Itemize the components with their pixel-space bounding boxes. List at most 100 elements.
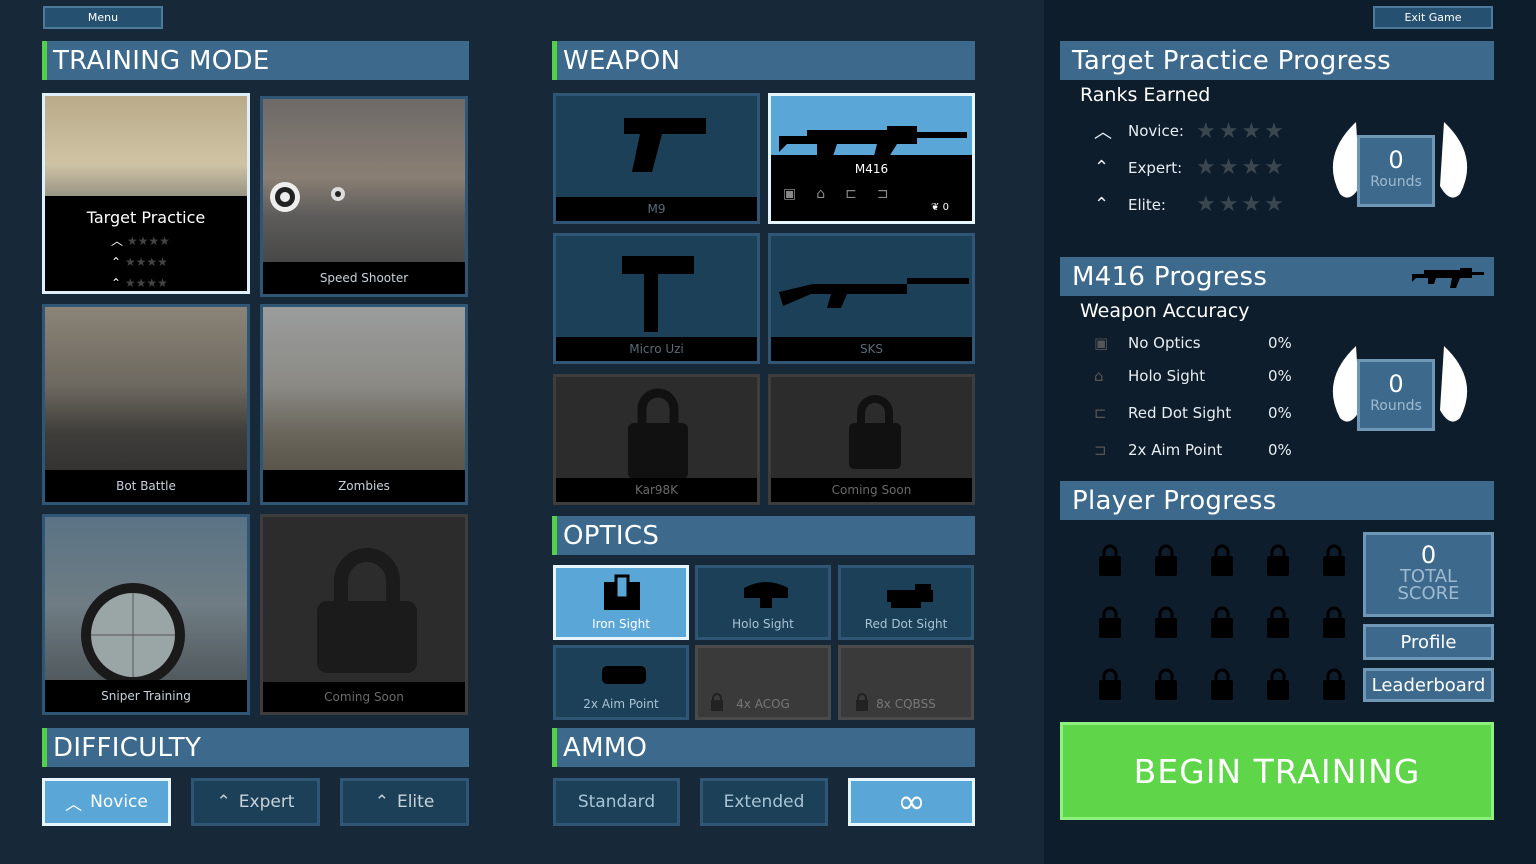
stars: ★★★★ — [124, 276, 168, 290]
target-icon — [270, 182, 345, 212]
leaderboard-button[interactable]: Leaderboard — [1363, 668, 1494, 702]
weapon-m9[interactable]: M9 — [553, 93, 760, 224]
weapon-m416[interactable]: M416 ▣⌂⊏⊐ ❦ 0 — [768, 93, 975, 224]
novice-rank-icon: ︿ — [1094, 122, 1112, 143]
pistol-icon — [624, 118, 706, 172]
optic-label: Holo Sight — [732, 617, 794, 631]
stars: ★★★★ — [126, 234, 170, 248]
elite-rank-icon: ⌃ — [1094, 194, 1110, 215]
difficulty-header: DIFFICULTY — [42, 728, 469, 767]
iron-sight-icon — [604, 574, 640, 610]
lock-icon — [1154, 604, 1178, 638]
mode-sniper-training[interactable]: Sniper Training — [42, 514, 250, 715]
lock-icon — [1098, 666, 1122, 700]
player-progress-header: Player Progress — [1060, 481, 1494, 520]
mode-label: Speed Shooter — [263, 262, 465, 294]
aim-point-icon: ⊐ — [1094, 441, 1107, 459]
weapon-rounds-badge: 0 Rounds — [1357, 359, 1435, 431]
profile-button[interactable]: Profile — [1363, 624, 1494, 660]
optic-4x-acog: 4x ACOG — [695, 645, 831, 720]
ranks-earned-label: Ranks Earned — [1080, 84, 1211, 106]
scope-icon — [81, 583, 185, 687]
rifle-icon — [779, 278, 969, 308]
attachment-icons: ▣⌂⊏⊐ — [783, 186, 909, 202]
weapon-label: Micro Uzi — [556, 337, 757, 361]
weapon-label: Kar98K — [556, 478, 757, 502]
lock-icon — [1154, 666, 1178, 700]
optic-red-dot-sight[interactable]: Red Dot Sight — [838, 565, 974, 640]
accuracy-label: 2x Aim Point — [1128, 441, 1223, 459]
weapon-sks[interactable]: SKS — [768, 233, 975, 364]
accuracy-label: No Optics — [1128, 334, 1201, 352]
menu-button[interactable]: Menu — [43, 6, 163, 29]
novice-stars: ★★★★ — [1196, 118, 1287, 144]
optics-header: OPTICS — [552, 516, 975, 555]
mode-label: Sniper Training — [45, 680, 247, 712]
mode-label: Target Practice — [86, 208, 206, 227]
infinity-icon: ∞ — [897, 782, 926, 822]
accuracy-value: 0% — [1268, 334, 1292, 352]
target-rounds-badge: 0 Rounds — [1357, 135, 1435, 207]
lock-icon — [1322, 666, 1346, 700]
smg-icon — [622, 256, 694, 332]
optic-holo-sight[interactable]: Holo Sight — [695, 565, 831, 640]
expert-stars: ★★★★ — [1196, 155, 1287, 180]
lock-icon — [1210, 542, 1234, 576]
lock-icon — [1266, 542, 1290, 576]
accuracy-value: 0% — [1268, 367, 1292, 385]
difficulty-elite-button[interactable]: ⌃ Elite — [340, 778, 469, 826]
accuracy-value: 0% — [1268, 404, 1292, 422]
optic-label: 4x ACOG — [736, 697, 790, 711]
rank-label: Expert: — [1128, 158, 1183, 177]
rank-label: Novice: — [1128, 122, 1184, 140]
ammo-standard-button[interactable]: Standard — [553, 778, 680, 826]
mode-label: Coming Soon — [263, 682, 465, 712]
lock-icon — [1210, 666, 1234, 700]
weapon-micro-uzi[interactable]: Micro Uzi — [553, 233, 760, 364]
accuracy-label: Holo Sight — [1128, 367, 1206, 385]
ammo-extended-button[interactable]: Extended — [700, 778, 828, 826]
mode-coming-soon: Coming Soon — [260, 514, 468, 715]
exit-game-button[interactable]: Exit Game — [1373, 6, 1493, 29]
optic-2x-aim-point[interactable]: 2x Aim Point — [553, 645, 689, 720]
optic-8x-cqbss: 8x CQBSS — [838, 645, 974, 720]
mode-bot-battle[interactable]: Bot Battle — [42, 304, 250, 505]
mode-target-practice[interactable]: Target Practice ︿ ★★★★ ⌃ ★★★★ ⌃ ★★★★ — [42, 93, 250, 294]
difficulty-novice-button[interactable]: ︿ Novice — [42, 778, 171, 826]
weapon-label: M9 — [556, 197, 757, 221]
optic-iron-sight[interactable]: Iron Sight — [553, 565, 689, 640]
weapon-rounds-count: 0 — [942, 202, 949, 213]
stars: ★★★★ — [124, 255, 168, 269]
weapon-label: M416 — [854, 162, 889, 176]
ammo-infinite-button[interactable]: ∞ — [848, 778, 975, 826]
lock-icon — [1210, 604, 1234, 638]
accuracy-label: Red Dot Sight — [1128, 404, 1232, 422]
no-optics-icon: ▣ — [1094, 334, 1109, 352]
lock-icon — [1098, 542, 1122, 576]
weapon-label: SKS — [771, 337, 972, 361]
total-score-badge: 0 TOTAL SCORE — [1363, 532, 1494, 617]
mode-label: Bot Battle — [45, 470, 247, 502]
expert-rank-icon: ⌃ — [1094, 157, 1110, 178]
rank-label: Elite: — [1128, 195, 1166, 214]
novice-rank-icon: ︿ — [111, 234, 124, 248]
difficulty-expert-button[interactable]: ⌃ Expert — [191, 778, 320, 826]
elite-stars: ★★★★ — [1196, 192, 1287, 217]
target-progress-header: Target Practice Progress — [1060, 41, 1494, 80]
novice-rank-icon: ︿ — [65, 794, 83, 815]
mode-label: Zombies — [263, 470, 465, 502]
holo-sight-icon — [744, 582, 788, 608]
weapon-accuracy-label: Weapon Accuracy — [1080, 300, 1250, 322]
weapon-header: WEAPON — [552, 41, 975, 80]
red-dot-sight-icon — [887, 584, 933, 608]
red-dot-sight-icon: ⊏ — [1094, 404, 1107, 422]
optic-label: Red Dot Sight — [864, 617, 948, 631]
aim-point-icon — [602, 666, 646, 684]
mode-zombies[interactable]: Zombies — [260, 304, 468, 505]
elite-rank-icon: ⌃ — [374, 792, 389, 812]
optic-label: 2x Aim Point — [583, 697, 659, 711]
mode-speed-shooter[interactable]: Speed Shooter — [260, 96, 468, 297]
expert-rank-icon: ⌃ — [111, 255, 122, 269]
begin-training-button[interactable]: BEGIN TRAINING — [1060, 722, 1494, 820]
elite-rank-icon: ⌃ — [111, 276, 122, 290]
